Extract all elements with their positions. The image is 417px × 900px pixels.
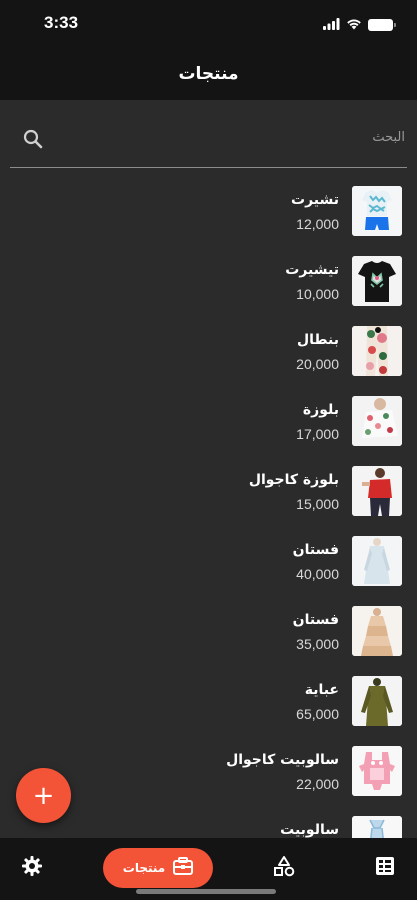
list-item[interactable]: تيشيرت 10,000 bbox=[0, 248, 417, 318]
battery-icon bbox=[368, 18, 396, 31]
wifi-icon bbox=[346, 15, 362, 34]
nav-products[interactable]: منتجات bbox=[103, 848, 213, 888]
product-price: 35,000 bbox=[296, 636, 339, 652]
product-image bbox=[352, 326, 402, 376]
product-name: بلوزة bbox=[302, 402, 339, 418]
product-name: فستان bbox=[292, 542, 339, 558]
settings-icon bbox=[21, 855, 43, 881]
product-price: 20,000 bbox=[296, 356, 339, 372]
nav-categories[interactable] bbox=[264, 848, 304, 888]
categories-icon bbox=[273, 855, 295, 881]
product-name: تشيرت bbox=[291, 192, 339, 208]
search-input[interactable]: البحث bbox=[10, 118, 407, 168]
product-price: 65,000 bbox=[296, 706, 339, 722]
nav-settings[interactable] bbox=[12, 848, 52, 888]
product-image bbox=[352, 466, 402, 516]
product-name: بلوزة كاجوال bbox=[248, 472, 339, 488]
signal-icon bbox=[323, 15, 340, 34]
nav-products-label: منتجات bbox=[122, 861, 166, 875]
product-price: 40,000 bbox=[296, 566, 339, 582]
add-product-button[interactable]: + bbox=[16, 768, 71, 823]
product-name: سالوبيت كاجوال bbox=[226, 752, 339, 768]
product-image bbox=[352, 606, 402, 656]
products-icon bbox=[173, 857, 194, 879]
search-placeholder: البحث bbox=[372, 130, 405, 145]
product-price: 15,000 bbox=[296, 496, 339, 512]
product-image bbox=[352, 676, 402, 726]
list-item[interactable]: تشيرت 12,000 bbox=[0, 178, 417, 248]
status-time: 3:33 bbox=[44, 13, 79, 32]
product-name: تيشيرت bbox=[285, 262, 339, 278]
status-icons bbox=[323, 15, 396, 34]
product-price: 22,000 bbox=[296, 776, 339, 792]
page-title: منتجات bbox=[178, 64, 239, 84]
product-image bbox=[352, 536, 402, 586]
product-name: بنطال bbox=[296, 332, 339, 348]
product-price: 12,000 bbox=[296, 216, 339, 232]
plus-icon: + bbox=[32, 780, 55, 811]
home-indicator bbox=[136, 889, 276, 894]
product-name: سالوبيت bbox=[280, 822, 339, 838]
product-name: فستان bbox=[292, 612, 339, 628]
list-item[interactable]: بنطال 20,000 bbox=[0, 318, 417, 388]
product-image bbox=[352, 816, 402, 838]
list-item[interactable]: عباية 65,000 bbox=[0, 668, 417, 738]
search-icon[interactable] bbox=[22, 128, 44, 154]
product-list[interactable]: تشيرت 12,000 تيشيرت 10,000 بنطال 20,000 … bbox=[0, 178, 417, 838]
product-name: عباية bbox=[304, 682, 339, 698]
nav-orders[interactable] bbox=[365, 848, 405, 888]
list-item[interactable]: بلوزة 17,000 bbox=[0, 388, 417, 458]
orders-icon bbox=[375, 856, 395, 880]
product-price: 10,000 bbox=[296, 286, 339, 302]
status-bar: 3:33 bbox=[0, 0, 417, 48]
product-image bbox=[352, 746, 402, 796]
product-image bbox=[352, 396, 402, 446]
product-price: 17,000 bbox=[296, 426, 339, 442]
list-item[interactable]: بلوزة كاجوال 15,000 bbox=[0, 458, 417, 528]
list-item[interactable]: فستان 35,000 bbox=[0, 598, 417, 668]
app-header: منتجات bbox=[0, 48, 417, 100]
list-item[interactable]: فستان 40,000 bbox=[0, 528, 417, 598]
product-image bbox=[352, 256, 402, 306]
product-image bbox=[352, 186, 402, 236]
